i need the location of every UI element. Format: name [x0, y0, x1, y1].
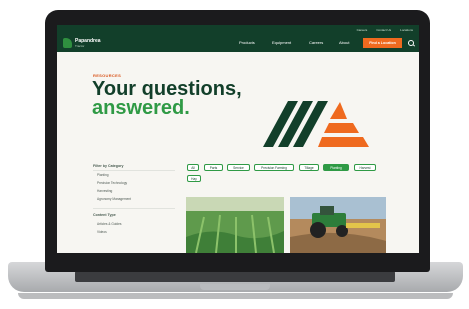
main-navigation: Papandrea Tractor Products Equipment Car…	[57, 34, 419, 52]
filter-pill-hay[interactable]: Hay	[187, 175, 201, 182]
brand-tagline: Tractor	[75, 44, 85, 48]
article-card-field[interactable]	[186, 197, 284, 253]
filter-pill-tillage[interactable]: Tillage	[299, 164, 319, 171]
orange-band-mid	[324, 123, 359, 133]
laptop-trackpad	[200, 284, 270, 290]
nav-item-about[interactable]: About	[339, 40, 349, 45]
filter-pill-harvest[interactable]: Harvest	[354, 164, 376, 171]
filter-pill-precision-farming[interactable]: Precision Farming	[254, 164, 294, 171]
utility-link-locations[interactable]: Locations	[400, 28, 413, 32]
filter-pill-planting[interactable]: Planting	[323, 164, 349, 171]
orange-band-bottom	[318, 137, 369, 147]
sidebar-item-articles[interactable]: Articles & Guides	[97, 222, 121, 226]
search-icon[interactable]	[408, 40, 414, 46]
tractor-image	[290, 197, 386, 253]
sidebar-divider	[93, 208, 175, 209]
sidebar-item-videos[interactable]: Videos	[97, 230, 107, 234]
article-card-tractor[interactable]	[290, 197, 386, 253]
hero-stripes-graphic	[263, 101, 369, 147]
sidebar-content-heading: Content Type	[93, 213, 116, 217]
nav-item-careers[interactable]: Careers	[309, 40, 323, 45]
laptop-keyboard	[75, 271, 395, 282]
nav-item-equipment[interactable]: Equipment	[272, 40, 291, 45]
hero-title-line-2: answered.	[92, 97, 190, 119]
sidebar-category-heading: Filter by Category	[93, 164, 124, 168]
filter-pill-service[interactable]: Service	[227, 164, 250, 171]
filter-pill-parts[interactable]: Parts	[204, 164, 223, 171]
orange-triangle-top	[330, 102, 347, 119]
utility-link-careers[interactable]: Careers	[357, 28, 368, 32]
nav-item-products[interactable]: Products	[239, 40, 255, 45]
find-location-button[interactable]: Find a Location	[363, 38, 402, 48]
laptop-screen: Careers Contact Us Locations Papandrea T…	[57, 25, 419, 253]
utility-bar: Careers Contact Us Locations	[57, 25, 419, 34]
sidebar-item-planting[interactable]: Planting	[97, 173, 109, 177]
crop-field-image	[186, 197, 284, 253]
hero-title-line-1: Your questions,	[92, 78, 242, 100]
logo-icon[interactable]	[63, 38, 72, 48]
utility-link-contact[interactable]: Contact Us	[376, 28, 391, 32]
filter-pill-all[interactable]: All	[187, 164, 199, 171]
laptop-shadow	[18, 293, 453, 299]
sidebar-item-precision[interactable]: Precision Technology	[97, 181, 127, 185]
sidebar-item-agronomy[interactable]: Agronomy Management	[97, 197, 131, 201]
sidebar-item-harvesting[interactable]: Harvesting	[97, 189, 112, 193]
sidebar-divider	[93, 170, 175, 171]
